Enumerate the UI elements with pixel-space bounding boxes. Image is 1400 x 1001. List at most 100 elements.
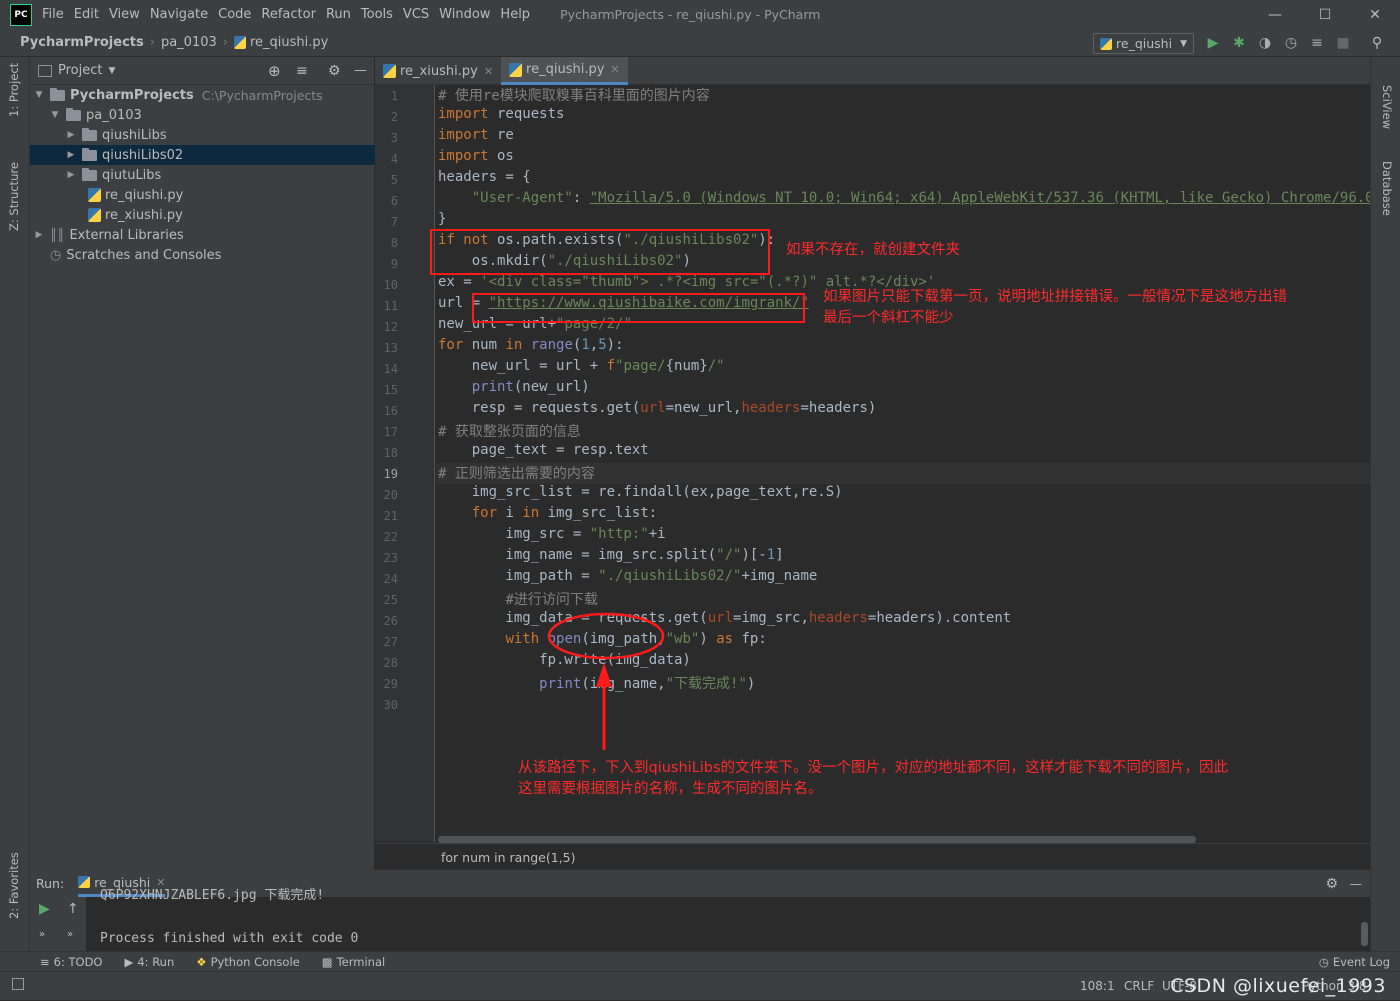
code-line: # 获取整张页面的信息	[438, 424, 581, 440]
folder-icon	[82, 147, 97, 161]
code-line: for num in range(1,5):	[438, 337, 624, 353]
tree-item-qiushilibs[interactable]: ▶ qiushiLibs	[30, 125, 375, 145]
menu-run[interactable]: Run	[326, 7, 351, 22]
close-icon[interactable]: ✕	[484, 65, 493, 78]
collapsed-arrow-icon[interactable]: ▶	[66, 170, 76, 180]
line-number: 24	[383, 572, 398, 586]
stop-icon[interactable]: ■	[1334, 34, 1352, 52]
toggle-tool-windows-icon[interactable]	[12, 978, 24, 990]
maximize-icon[interactable]: ☐	[1300, 0, 1350, 29]
chevron-down-icon[interactable]: ▼	[108, 66, 115, 76]
project-panel-title[interactable]: Project	[58, 63, 102, 78]
tree-item-label: qiutuLibs	[102, 167, 162, 183]
search-icon[interactable]: ⚲	[1368, 34, 1386, 52]
hide-panel-icon[interactable]: —	[1350, 876, 1363, 891]
menu-code[interactable]: Code	[218, 7, 251, 22]
output-line: Q6P92XHNJZABLEF6.jpg 下载完成!	[100, 888, 325, 903]
tab-run[interactable]: ▶ 4: Run	[124, 955, 174, 969]
tab-sciview[interactable]: SciView	[1380, 85, 1394, 129]
more-icon[interactable]: »	[39, 929, 45, 940]
menu-vcs[interactable]: VCS	[403, 7, 429, 22]
tree-item-label: Scratches and Consoles	[66, 247, 222, 263]
menu-window[interactable]: Window	[439, 7, 490, 22]
breadcrumb-project[interactable]: PycharmProjects	[20, 35, 144, 50]
code-line: img_data = requests.get(url=img_src,head…	[438, 610, 1012, 626]
tree-item-re-qiushi[interactable]: re_qiushi.py	[30, 185, 375, 205]
tree-item-root[interactable]: ▼ PycharmProjects C:\PycharmProjects	[30, 85, 375, 105]
project-view-icon	[38, 64, 52, 77]
tab-label: re_qiushi.py	[526, 62, 605, 77]
left-tool-strip: 1: Project Z: Structure 2: Favorites	[0, 57, 30, 969]
collapse-all-icon[interactable]: ≡	[296, 63, 308, 79]
tab-terminal[interactable]: ▩ Terminal	[322, 955, 385, 969]
expanded-arrow-icon[interactable]: ▼	[50, 110, 60, 120]
line-number: 17	[383, 425, 398, 439]
profile-icon[interactable]: ◷	[1282, 34, 1300, 52]
coverage-icon[interactable]: ◑	[1256, 34, 1274, 52]
menu-file[interactable]: File	[42, 7, 64, 22]
more-icon[interactable]: »	[67, 929, 73, 940]
tab-re-xiushi[interactable]: re_xiushi.py ✕	[375, 57, 501, 85]
menu-refactor[interactable]: Refactor	[261, 7, 316, 22]
line-number: 27	[383, 635, 398, 649]
code-line: img_name = img_src.split("/")[-1]	[438, 547, 784, 563]
close-icon[interactable]: ✕	[1350, 0, 1400, 29]
line-number: 16	[383, 404, 398, 418]
collapsed-arrow-icon[interactable]: ▶	[66, 150, 76, 160]
tree-item-qiushilibs02[interactable]: ▶ qiushiLibs02	[30, 145, 375, 165]
tree-item-pa0103[interactable]: ▼ pa_0103	[30, 105, 375, 125]
debug-bug-icon[interactable]: ✱	[1230, 34, 1248, 52]
line-number: 11	[383, 299, 398, 313]
minimize-icon[interactable]: —	[1250, 0, 1300, 29]
gear-icon[interactable]: ⚙	[1325, 876, 1338, 892]
tab-project[interactable]: 1: Project	[7, 63, 21, 117]
expanded-arrow-icon[interactable]: ▼	[34, 90, 44, 100]
collapsed-arrow-icon[interactable]: ▶	[34, 230, 44, 240]
breadcrumb-folder[interactable]: pa_0103	[161, 35, 217, 50]
line-number: 19	[383, 467, 398, 481]
breadcrumb-file[interactable]: re_qiushi.py	[250, 35, 328, 50]
line-number: 2	[390, 110, 398, 124]
hide-panel-icon[interactable]: —	[354, 63, 367, 78]
close-icon[interactable]: ✕	[610, 63, 619, 76]
tree-item-scratches[interactable]: ◷ Scratches and Consoles	[30, 245, 375, 265]
tab-favorites[interactable]: 2: Favorites	[7, 852, 21, 919]
line-separator[interactable]: CRLF	[1124, 979, 1154, 993]
vertical-scrollbar[interactable]	[1361, 922, 1368, 946]
code-line: resp = requests.get(url=new_url,headers=…	[438, 400, 877, 416]
menu-edit[interactable]: Edit	[74, 7, 99, 22]
title-bar: PC File Edit View Navigate Code Refactor…	[0, 0, 1400, 29]
menu-tools[interactable]: Tools	[361, 7, 393, 22]
run-output[interactable]: Q6P92XHNJZABLEF6.jpg 下载完成! Process finis…	[100, 888, 358, 949]
locate-icon[interactable]: ⊕	[268, 62, 281, 80]
scroll-up-icon[interactable]: ↑	[67, 901, 79, 917]
caret-position[interactable]: 108:1	[1080, 979, 1115, 993]
menu-navigate[interactable]: Navigate	[150, 7, 208, 22]
tree-item-external-libraries[interactable]: ▶ ║║ External Libraries	[30, 225, 375, 245]
folder-icon	[82, 167, 97, 181]
run-icon[interactable]: ▶	[1204, 34, 1222, 52]
event-log-button[interactable]: ◷ Event Log	[1319, 955, 1390, 969]
annotation-url-line2: 最后一个斜杠不能少	[823, 310, 954, 326]
collapsed-arrow-icon[interactable]: ▶	[66, 130, 76, 140]
horizontal-scrollbar[interactable]	[438, 836, 1196, 843]
tab-todo[interactable]: ≡ 6: TODO	[40, 955, 102, 969]
tab-structure[interactable]: Z: Structure	[7, 162, 21, 231]
tree-item-re-xiushi[interactable]: re_xiushi.py	[30, 205, 375, 225]
tab-python-console[interactable]: ❖ Python Console	[196, 955, 299, 969]
run-configuration-select[interactable]: re_qiushi ▼	[1093, 33, 1194, 54]
rerun-icon[interactable]: ▶	[39, 901, 50, 917]
menu-view[interactable]: View	[109, 7, 140, 22]
folder-icon	[82, 127, 97, 141]
gear-icon[interactable]: ⚙	[328, 63, 341, 79]
annotation-path-line1: 从该路径下，下入到qiushiLibs的文件夹下。没一个图片，对应的地址都不同，…	[518, 760, 1229, 776]
tab-database[interactable]: Database	[1380, 161, 1394, 216]
line-number: 3	[390, 131, 398, 145]
tab-re-qiushi[interactable]: re_qiushi.py ✕	[501, 57, 628, 85]
concurrency-icon[interactable]: ≡	[1308, 34, 1326, 52]
editor-breadcrumb[interactable]: for num in range(1,5)	[375, 843, 1370, 870]
tree-item-qiutulibs[interactable]: ▶ qiutuLibs	[30, 165, 375, 185]
line-number: 13	[383, 341, 398, 355]
menu-help[interactable]: Help	[500, 7, 530, 22]
tab-label: re_xiushi.py	[400, 63, 478, 79]
